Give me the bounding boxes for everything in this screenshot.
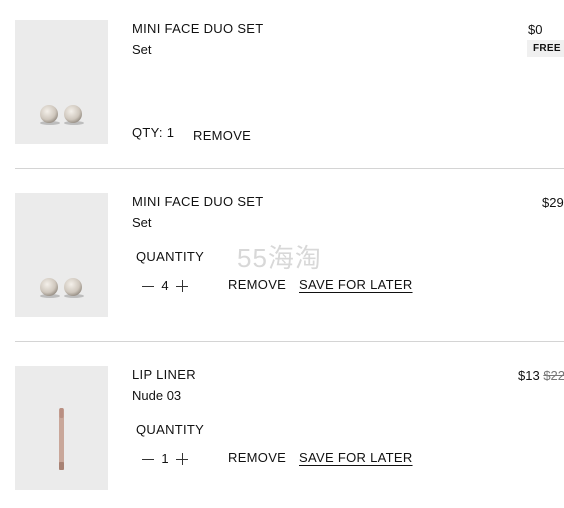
minus-icon[interactable]: [141, 452, 155, 466]
product-price: $13 $22: [518, 368, 564, 383]
save-for-later-button[interactable]: SAVE FOR LATER: [299, 450, 413, 465]
product-name[interactable]: MINI FACE DUO SET: [132, 21, 264, 36]
watermark: 55海淘: [237, 243, 322, 273]
divider: [15, 341, 564, 342]
quantity-label: QUANTITY: [136, 422, 205, 437]
product-image-mini-face-duo[interactable]: [15, 20, 108, 144]
free-badge: FREE: [527, 40, 564, 57]
product-name[interactable]: LIP LINER: [132, 367, 196, 382]
product-variant: Set: [132, 215, 152, 230]
divider: [15, 168, 564, 169]
quantity-value: 4: [161, 278, 169, 293]
product-variant: Nude 03: [132, 388, 182, 403]
product-price: $0: [528, 22, 543, 37]
spheres-image: [40, 278, 84, 298]
minus-icon[interactable]: [141, 279, 155, 293]
remove-button[interactable]: REMOVE: [193, 128, 251, 143]
quantity-value: 1: [161, 451, 169, 466]
spheres-image: [40, 105, 84, 125]
sale-price: $13: [518, 368, 540, 383]
product-name[interactable]: MINI FACE DUO SET: [132, 194, 264, 209]
product-price: $29: [542, 195, 564, 210]
remove-button[interactable]: REMOVE: [228, 450, 286, 465]
quantity-stepper: 4: [141, 278, 189, 293]
product-variant: Set: [132, 42, 152, 57]
quantity-label: QUANTITY: [136, 249, 205, 264]
product-image-mini-face-duo[interactable]: [15, 193, 108, 317]
plus-icon[interactable]: [175, 279, 189, 293]
qty-label: QTY: 1: [132, 125, 175, 140]
lip-liner-image: [59, 408, 64, 470]
save-for-later-button[interactable]: SAVE FOR LATER: [299, 277, 413, 292]
quantity-stepper: 1: [141, 451, 189, 466]
original-price: $22: [543, 368, 564, 383]
plus-icon[interactable]: [175, 452, 189, 466]
product-image-lip-liner[interactable]: [15, 366, 108, 490]
remove-button[interactable]: REMOVE: [228, 277, 286, 292]
